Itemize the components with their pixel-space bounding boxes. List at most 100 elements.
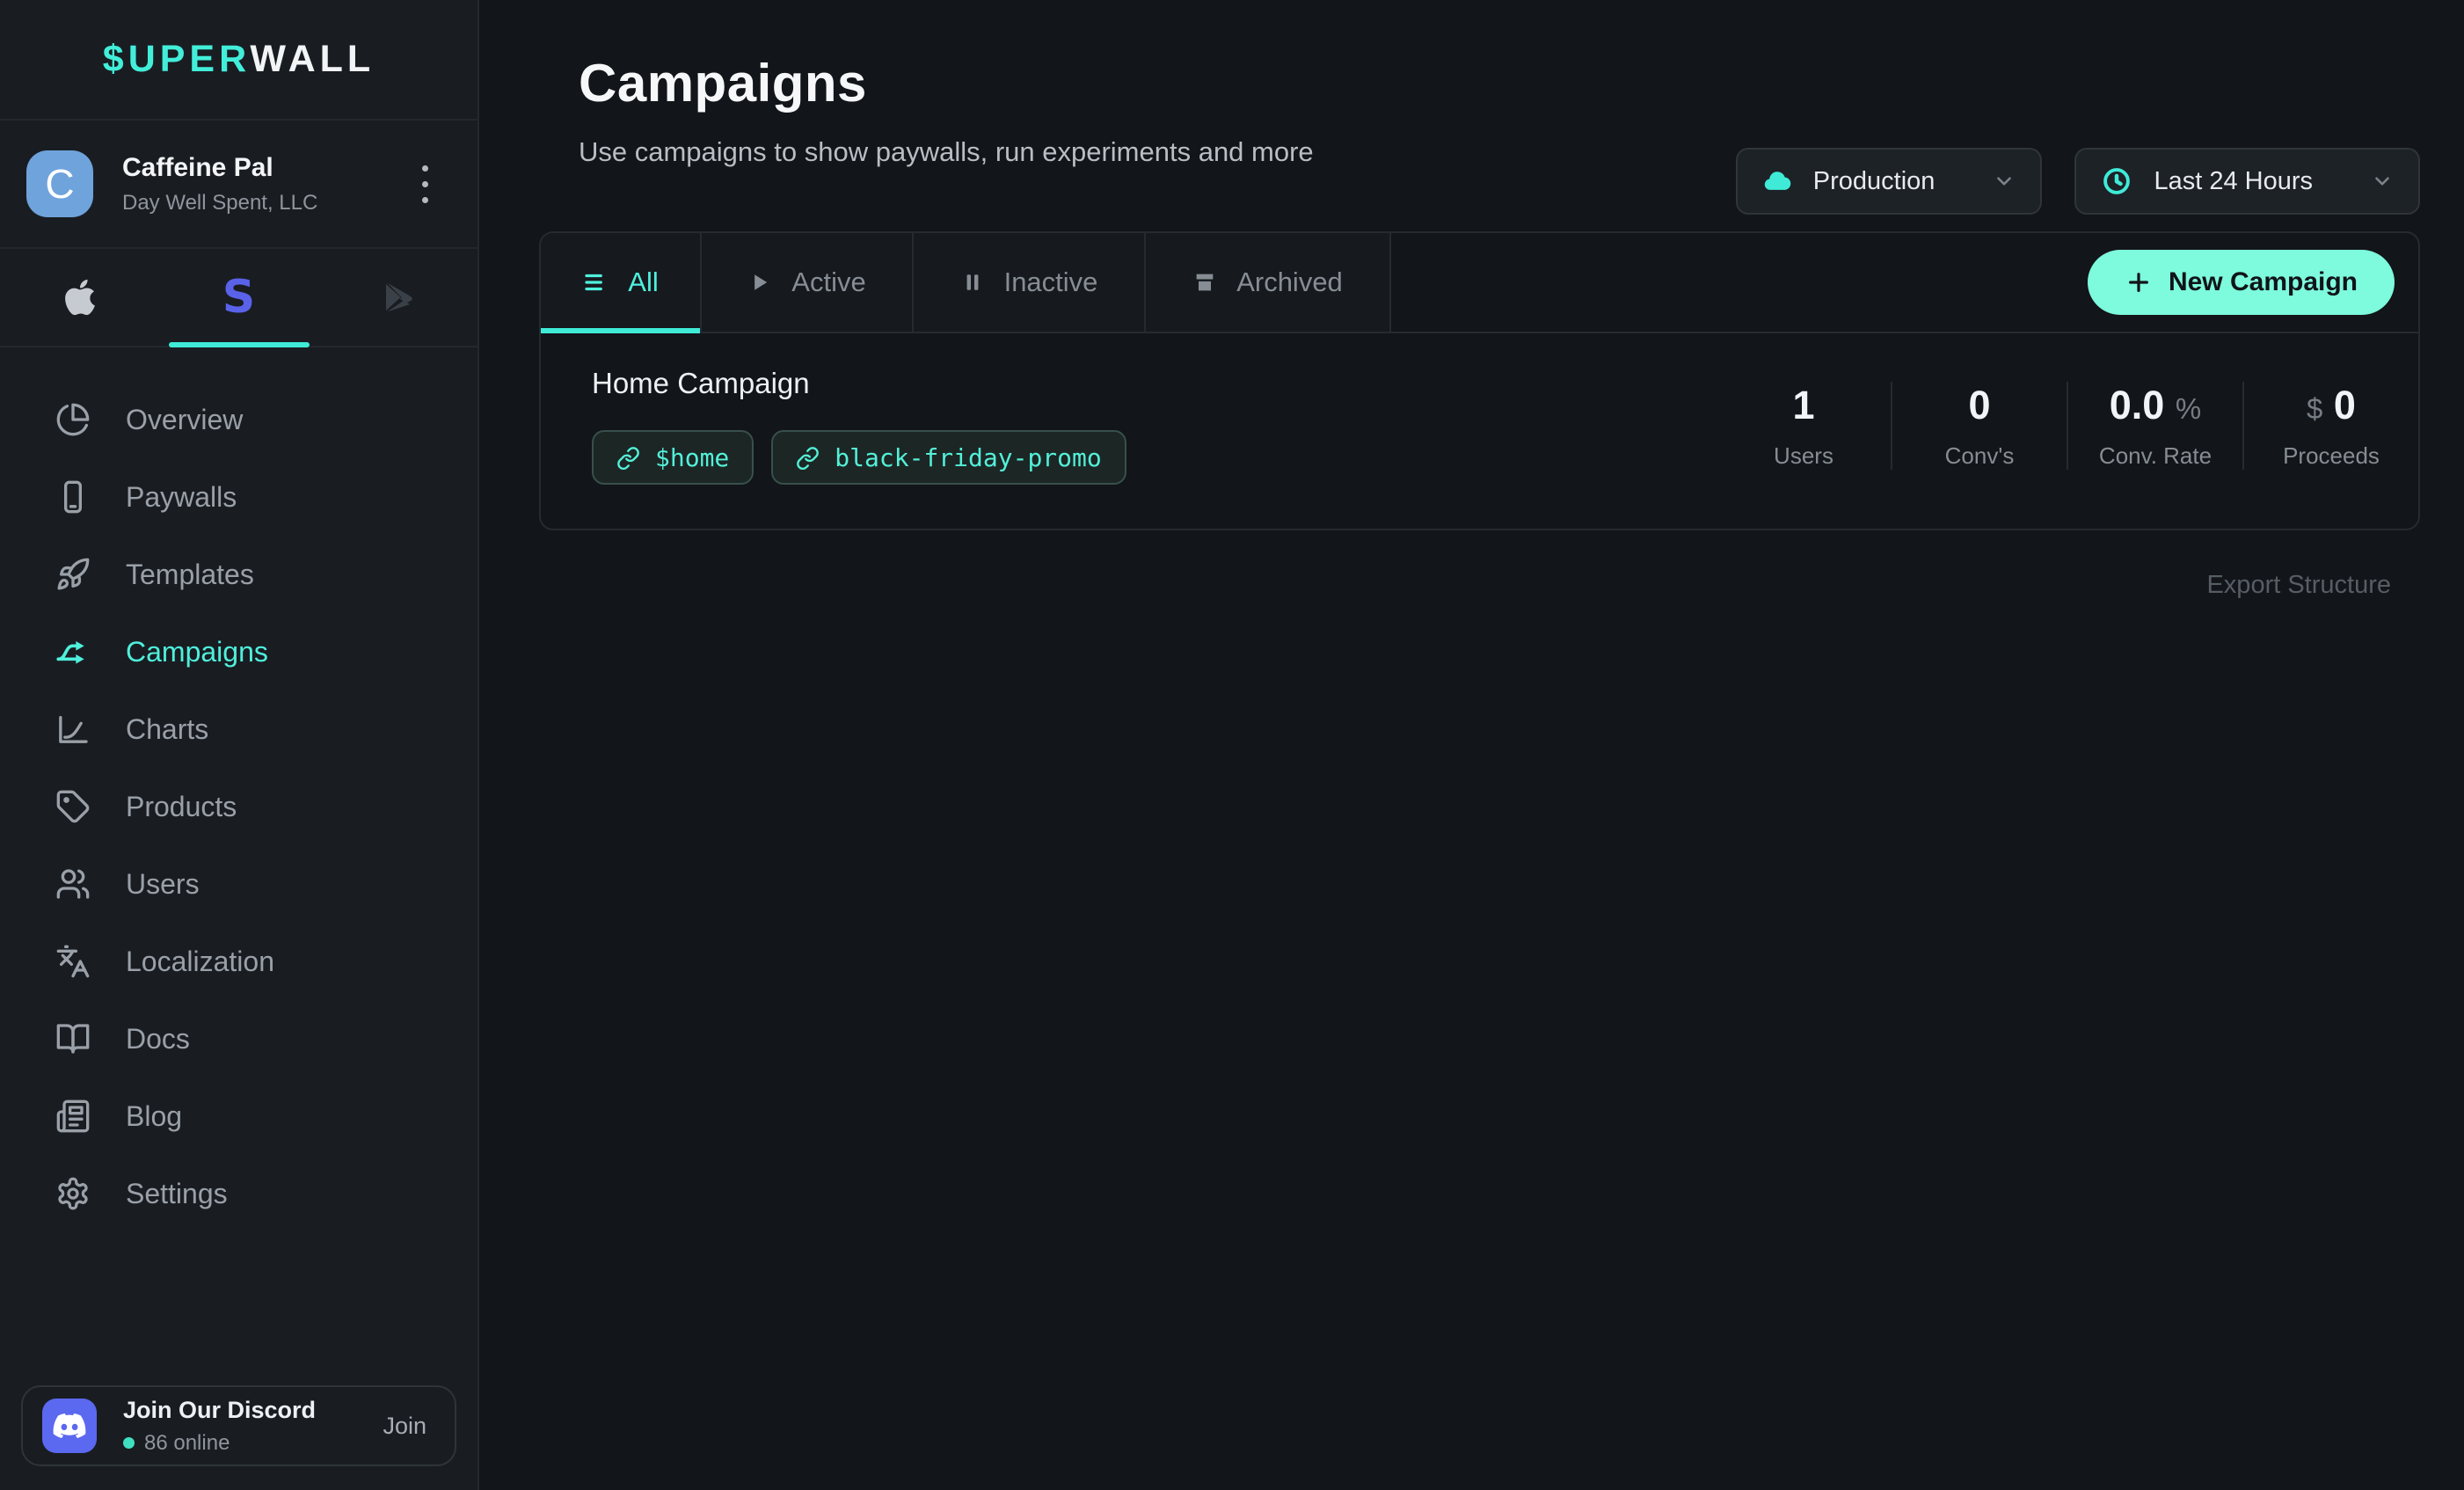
discord-status: 86 online (123, 1431, 316, 1456)
account-switcher[interactable]: C Caffeine Pal Day Well Spent, LLC (0, 121, 477, 249)
sidebar-item-label: Blog (126, 1100, 182, 1133)
chevron-down-icon (1993, 170, 2016, 193)
tab-archived[interactable]: Archived (1146, 233, 1391, 332)
superwall-logo: $UPERWALL (103, 38, 375, 81)
sidebar-item-users[interactable]: Users (0, 845, 477, 923)
discord-title: Join Our Discord (123, 1397, 316, 1424)
users-icon (55, 866, 91, 902)
book-open-icon (55, 1021, 91, 1056)
split-arrow-icon (55, 634, 91, 669)
tab-label: Archived (1236, 267, 1343, 298)
campaign-name: Home Campaign (592, 367, 1126, 400)
campaign-row[interactable]: Home Campaign $home black-friday-promo (541, 333, 2418, 529)
newspaper-icon (55, 1099, 91, 1134)
sidebar-item-label: Docs (126, 1023, 190, 1055)
placement-tag[interactable]: black-friday-promo (771, 430, 1126, 485)
environment-dropdown[interactable]: Production (1736, 148, 2043, 215)
sidebar-item-docs[interactable]: Docs (0, 1000, 477, 1077)
tab-label: All (628, 267, 658, 298)
placement-tag[interactable]: $home (592, 430, 754, 485)
active-platform-underline (169, 342, 310, 347)
google-play-icon (381, 278, 416, 317)
stat-label: Conv. Rate (2068, 442, 2242, 470)
superwall-s-icon: S (222, 271, 255, 324)
tab-label: Active (791, 267, 865, 298)
account-org: Day Well Spent, LLC (122, 191, 317, 215)
account-name: Caffeine Pal (122, 153, 317, 183)
tab-active[interactable]: Active (702, 233, 914, 332)
new-campaign-label: New Campaign (2169, 267, 2358, 297)
discord-card[interactable]: Join Our Discord 86 online Join (21, 1385, 456, 1466)
campaign-tags: $home black-friday-promo (592, 430, 1126, 485)
stat-label: Conv's (1892, 442, 2067, 470)
play-icon (747, 270, 772, 295)
sidebar-item-settings[interactable]: Settings (0, 1155, 477, 1232)
sidebar: $UPERWALL C Caffeine Pal Day Well Spent,… (0, 0, 479, 1490)
sidebar-item-templates[interactable]: Templates (0, 536, 477, 613)
sidebar-item-charts[interactable]: Charts (0, 690, 477, 768)
stat-value: 0.0 (2110, 383, 2165, 427)
clock-icon (2101, 165, 2132, 197)
tab-inactive[interactable]: Inactive (914, 233, 1146, 332)
line-chart-icon (55, 712, 91, 747)
stat-label: Users (1717, 442, 1891, 470)
platform-tab-ios[interactable] (0, 249, 159, 346)
new-campaign-button[interactable]: New Campaign (2088, 250, 2395, 315)
sidebar-item-localization[interactable]: Localization (0, 923, 477, 1000)
sidebar-item-blog[interactable]: Blog (0, 1077, 477, 1155)
stat-proceeds: $ 0 Proceeds (2244, 383, 2418, 470)
sidebar-item-label: Settings (126, 1178, 228, 1210)
export-row: Export Structure (539, 571, 2391, 600)
apple-icon (63, 277, 97, 318)
environment-value: Production (1813, 167, 1935, 196)
stat-conv-rate: 0.0 % Conv. Rate (2068, 383, 2242, 470)
sidebar-item-label: Overview (126, 404, 243, 436)
tab-label: Inactive (1004, 267, 1098, 298)
sidebar-item-label: Campaigns (126, 636, 268, 668)
translate-icon (55, 944, 91, 979)
platform-tab-android[interactable] (318, 249, 477, 346)
account-texts: Caffeine Pal Day Well Spent, LLC (122, 153, 317, 215)
link-icon (616, 446, 640, 470)
archive-icon (1192, 270, 1217, 295)
platform-tab-superwall[interactable]: S (159, 249, 318, 346)
cloud-icon (1762, 166, 1792, 196)
sidebar-item-label: Charts (126, 713, 208, 746)
time-range-dropdown[interactable]: Last 24 Hours (2074, 148, 2420, 215)
account-menu-kebab-icon[interactable] (413, 157, 437, 212)
export-structure-link[interactable]: Export Structure (2206, 571, 2391, 599)
campaign-stats: 1 Users 0 Conv's 0.0 % Conv. Rate $ 0 Pr… (1717, 382, 2418, 470)
campaign-info: Home Campaign $home black-friday-promo (592, 367, 1126, 485)
plus-icon (2125, 268, 2153, 296)
sidebar-item-overview[interactable]: Overview (0, 381, 477, 458)
gear-icon (55, 1176, 91, 1211)
tag-icon (55, 789, 91, 824)
discord-join-button[interactable]: Join (383, 1413, 426, 1440)
stat-value: 0 (1968, 383, 1990, 427)
campaign-tabs: All Active Inactive Archived (541, 233, 2418, 333)
stat-label: Proceeds (2244, 442, 2418, 470)
pie-chart-icon (55, 402, 91, 437)
list-icon (582, 269, 609, 296)
sidebar-item-label: Templates (126, 559, 254, 591)
sidebar-item-label: Localization (126, 946, 274, 978)
sidebar-item-label: Paywalls (126, 481, 237, 514)
sidebar-item-paywalls[interactable]: Paywalls (0, 458, 477, 536)
time-range-value: Last 24 Hours (2154, 167, 2313, 196)
smartphone-icon (55, 479, 91, 515)
main-content: Campaigns Use campaigns to show paywalls… (479, 0, 2464, 1490)
logo-rest-part: WALL (250, 38, 375, 80)
placement-tag-label: black-friday-promo (835, 443, 1101, 472)
sidebar-item-label: Users (126, 868, 200, 901)
campaigns-panel: All Active Inactive Archived (539, 231, 2420, 530)
platform-switcher: S (0, 249, 477, 347)
sidebar-item-products[interactable]: Products (0, 768, 477, 845)
stat-conversions: 0 Conv's (1892, 383, 2067, 470)
tab-all[interactable]: All (541, 233, 702, 332)
rocket-icon (55, 557, 91, 592)
stat-prefix: $ (2307, 392, 2322, 425)
sidebar-item-campaigns[interactable]: Campaigns (0, 613, 477, 690)
filter-row: Production Last 24 Hours (1736, 148, 2420, 215)
logo-row: $UPERWALL (0, 0, 477, 121)
discord-online-count: 86 online (144, 1431, 230, 1456)
